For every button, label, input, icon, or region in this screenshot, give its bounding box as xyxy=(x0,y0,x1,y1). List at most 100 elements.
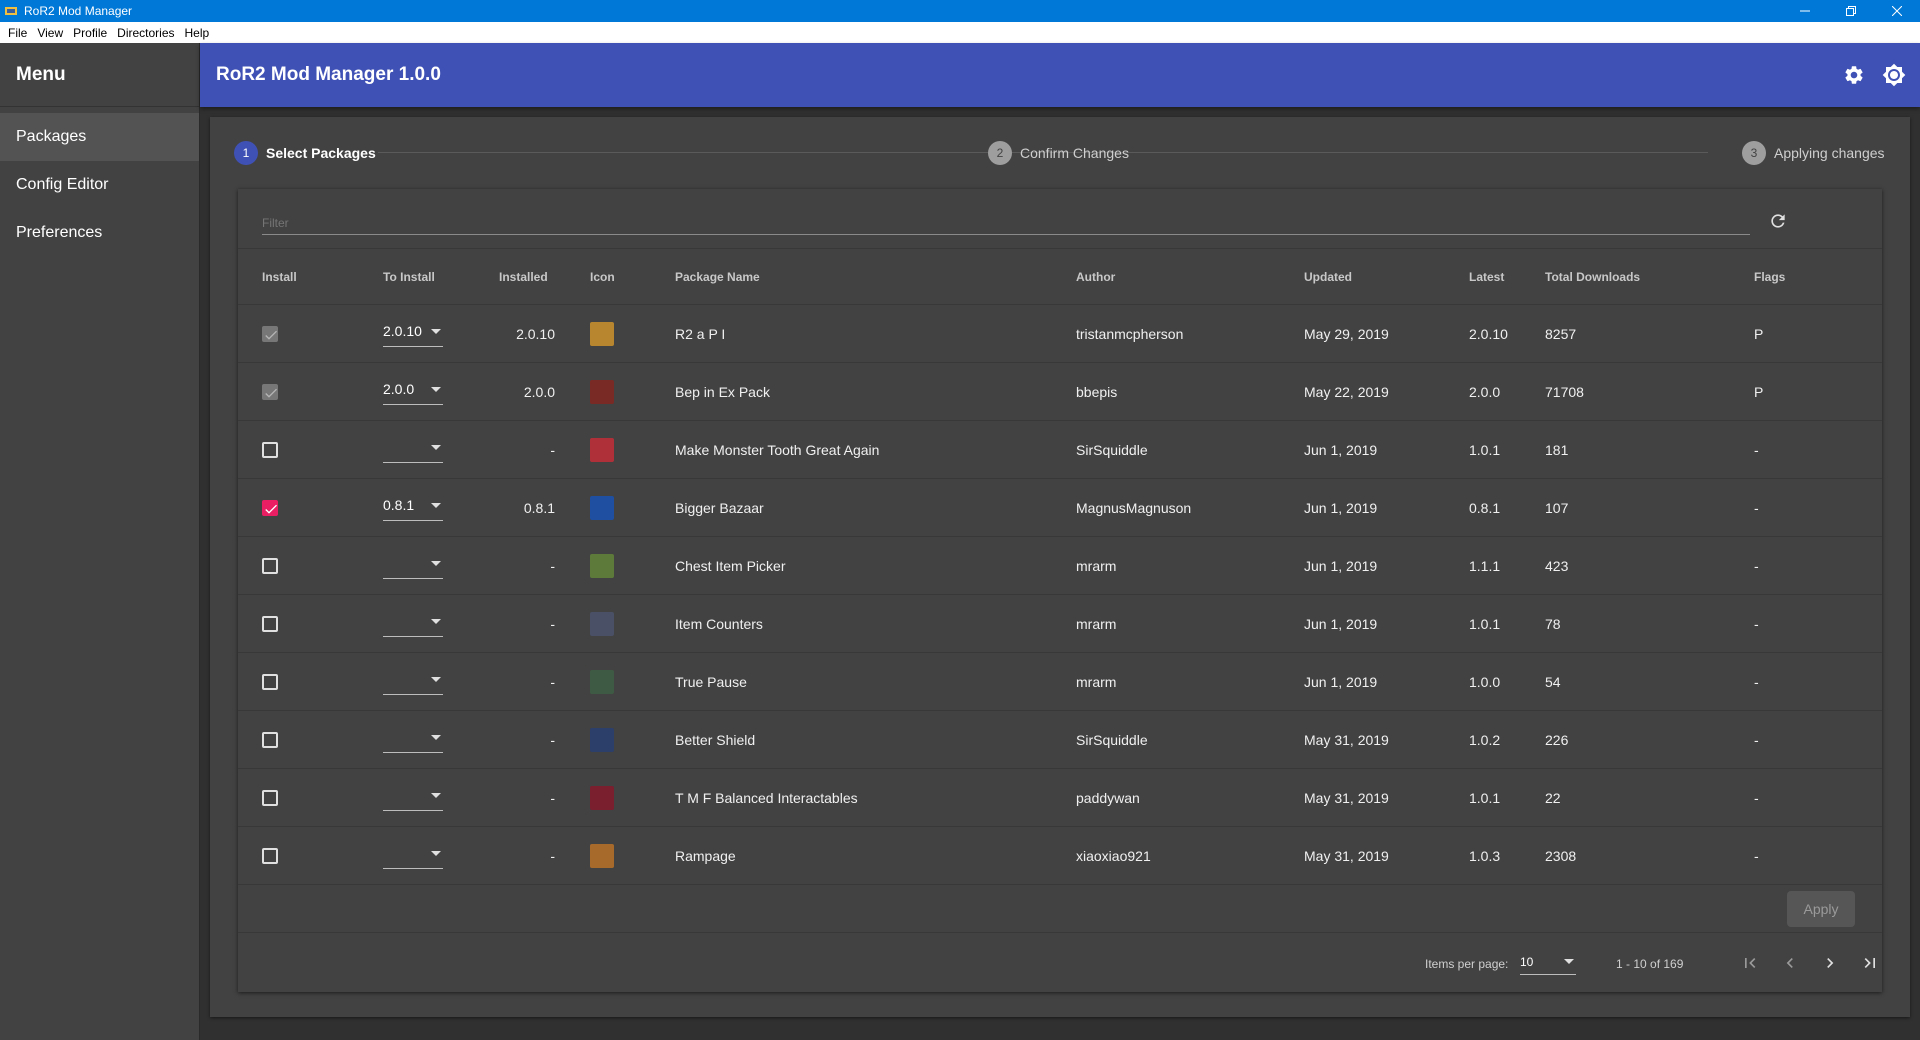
column-header-package-name[interactable]: Package Name xyxy=(675,249,760,305)
install-checkbox[interactable] xyxy=(262,848,278,864)
column-header-author[interactable]: Author xyxy=(1076,249,1115,305)
installed-version: - xyxy=(550,732,555,748)
package-name: T M F Balanced Interactables xyxy=(675,790,858,806)
step-label: Applying changes xyxy=(1774,145,1885,161)
menu-help[interactable]: Help xyxy=(181,26,214,40)
package-name: Bep in Ex Pack xyxy=(675,384,770,400)
filter-field xyxy=(262,203,1750,235)
step-applying-changes[interactable]: 3 Applying changes xyxy=(1742,141,1885,165)
filter-input[interactable] xyxy=(262,216,1750,230)
window-title: RoR2 Mod Manager xyxy=(24,4,133,18)
previous-page-button[interactable] xyxy=(1772,945,1808,981)
install-checkbox[interactable] xyxy=(262,558,278,574)
step-number: 2 xyxy=(988,141,1012,165)
package-latest: 1.0.0 xyxy=(1469,674,1501,690)
menu-file[interactable]: File xyxy=(4,26,31,40)
installed-version: 2.0.0 xyxy=(523,384,555,400)
version-select[interactable]: 0.8.1 xyxy=(383,493,443,521)
installed-version: - xyxy=(550,558,555,574)
chevron-down-icon xyxy=(1564,959,1574,964)
package-updated: Jun 1, 2019 xyxy=(1304,500,1378,516)
chevron-down-icon xyxy=(431,619,441,624)
refresh-button[interactable] xyxy=(1766,209,1790,233)
menu-profile[interactable]: Profile xyxy=(69,26,111,40)
package-downloads: 423 xyxy=(1545,558,1569,574)
package-updated: Jun 1, 2019 xyxy=(1304,442,1378,458)
chevron-down-icon xyxy=(431,735,441,740)
version-select-value: 2.0.0 xyxy=(383,381,415,397)
package-latest: 1.0.2 xyxy=(1469,732,1501,748)
version-select[interactable]: 2.0.0 xyxy=(383,377,443,405)
package-flags: - xyxy=(1754,848,1759,864)
close-icon xyxy=(1892,6,1902,16)
packages-table-card: Install To Install Installed Icon Packag… xyxy=(238,189,1882,992)
column-header-installed[interactable]: Installed xyxy=(499,249,548,305)
step-confirm-changes[interactable]: 2 Confirm Changes xyxy=(988,141,1129,165)
step-select-packages[interactable]: 1 Select Packages xyxy=(234,141,376,165)
package-latest: 1.0.1 xyxy=(1469,442,1501,458)
table-row: - Make Monster Tooth Great Again SirSquidd… xyxy=(238,421,1882,479)
sidebar: Menu Packages Config Editor Preferences xyxy=(0,43,200,1040)
settings-button[interactable] xyxy=(1840,61,1868,89)
install-checkbox[interactable] xyxy=(262,616,278,632)
package-icon xyxy=(590,728,614,752)
column-header-install[interactable]: Install xyxy=(262,249,297,305)
install-checkbox[interactable] xyxy=(262,732,278,748)
sidebar-item-preferences[interactable]: Preferences xyxy=(0,209,199,257)
package-downloads: 181 xyxy=(1545,442,1569,458)
sidebar-item-config-editor[interactable]: Config Editor xyxy=(0,161,199,209)
version-select[interactable] xyxy=(383,725,443,753)
version-select[interactable] xyxy=(383,667,443,695)
items-per-page-select[interactable]: 10 xyxy=(1520,949,1576,975)
chevron-right-icon xyxy=(1827,958,1834,968)
table-body: 2.0.10 2.0.10 R2 a P I tristanmcpherson May … xyxy=(238,305,1882,885)
version-select[interactable] xyxy=(383,841,443,869)
column-header-to-install[interactable]: To Install xyxy=(383,249,435,305)
restore-button[interactable] xyxy=(1828,0,1874,22)
version-select[interactable] xyxy=(383,551,443,579)
package-flags: - xyxy=(1754,442,1759,458)
version-select[interactable] xyxy=(383,609,443,637)
column-header-icon[interactable]: Icon xyxy=(590,249,615,305)
package-name: Rampage xyxy=(675,848,736,864)
restore-icon xyxy=(1846,6,1856,16)
version-select[interactable]: 2.0.10 xyxy=(383,319,443,347)
package-icon xyxy=(590,554,614,578)
chevron-down-icon xyxy=(431,329,441,334)
column-header-flags[interactable]: Flags xyxy=(1754,249,1785,305)
install-checkbox[interactable] xyxy=(262,674,278,690)
package-author: MagnusMagnuson xyxy=(1076,500,1192,516)
next-page-button[interactable] xyxy=(1812,945,1848,981)
table-row: 2.0.0 2.0.0 Bep in Ex Pack bbepis May 22, 20… xyxy=(238,363,1882,421)
theme-button[interactable] xyxy=(1880,61,1908,89)
menu-directories[interactable]: Directories xyxy=(113,26,178,40)
version-select[interactable] xyxy=(383,435,443,463)
chevron-down-icon xyxy=(431,677,441,682)
package-flags: P xyxy=(1754,326,1764,342)
package-author: tristanmcpherson xyxy=(1076,326,1184,342)
column-header-total-downloads[interactable]: Total Downloads xyxy=(1545,249,1640,305)
minimize-button[interactable] xyxy=(1782,0,1828,22)
install-checkbox[interactable] xyxy=(262,500,278,516)
app-header: RoR2 Mod Manager 1.0.0 xyxy=(200,43,1920,107)
package-icon xyxy=(590,438,614,462)
column-header-updated[interactable]: Updated xyxy=(1304,249,1352,305)
package-updated: May 22, 2019 xyxy=(1304,384,1389,400)
package-name: Item Counters xyxy=(675,616,763,632)
column-header-latest[interactable]: Latest xyxy=(1469,249,1504,305)
apply-button[interactable]: Apply xyxy=(1787,891,1855,927)
sidebar-item-packages[interactable]: Packages xyxy=(0,113,199,161)
first-page-button[interactable] xyxy=(1732,945,1768,981)
close-window-button[interactable] xyxy=(1874,0,1920,22)
package-downloads: 78 xyxy=(1545,616,1561,632)
install-checkbox xyxy=(262,326,278,342)
install-checkbox[interactable] xyxy=(262,442,278,458)
menu-view[interactable]: View xyxy=(33,26,67,40)
package-updated: Jun 1, 2019 xyxy=(1304,558,1378,574)
package-downloads: 107 xyxy=(1545,500,1569,516)
last-page-button[interactable] xyxy=(1852,945,1888,981)
step-label: Confirm Changes xyxy=(1020,145,1129,161)
package-flags: P xyxy=(1754,384,1764,400)
install-checkbox[interactable] xyxy=(262,790,278,806)
version-select[interactable] xyxy=(383,783,443,811)
